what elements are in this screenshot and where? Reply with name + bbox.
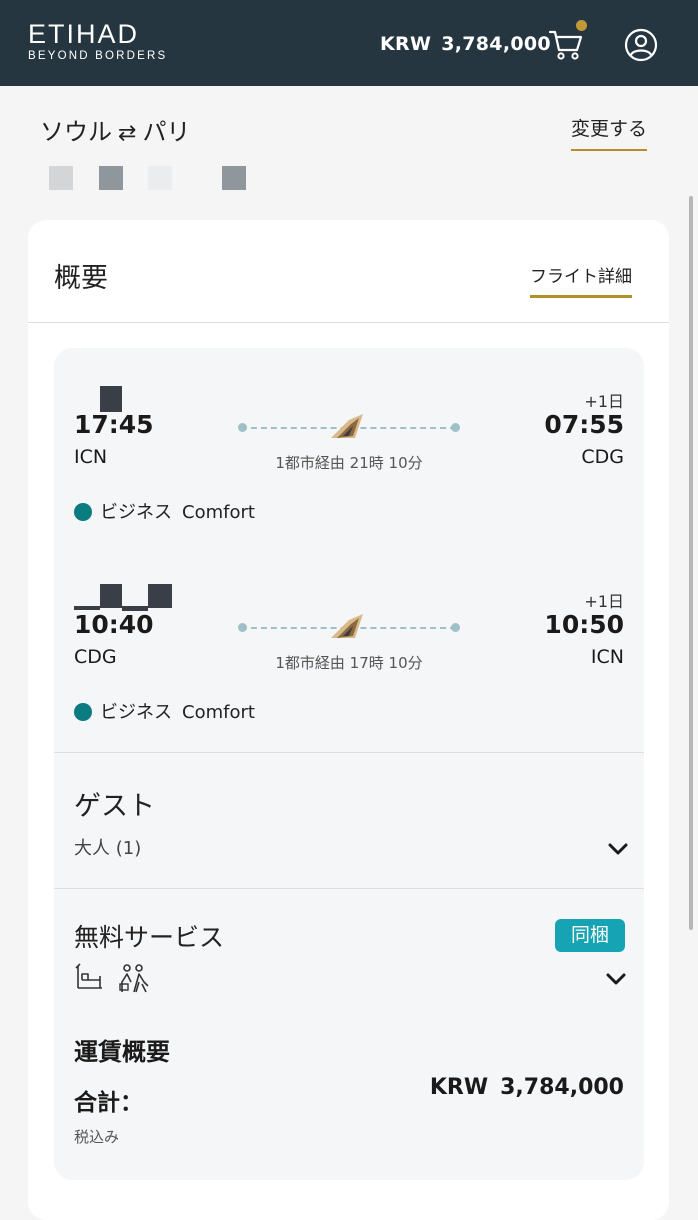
divider <box>28 322 669 323</box>
summary-title: 概要 <box>54 263 108 294</box>
logo-tagline: BEYOND BORDERS <box>28 50 168 62</box>
path-end-dot <box>451 623 460 632</box>
placeholder-block <box>99 166 123 190</box>
total-amount: 3,784,000 <box>500 1075 624 1100</box>
header-currency: KRW <box>380 33 432 55</box>
tax-included-note: 税込み <box>74 1128 120 1146</box>
user-circle-icon[interactable] <box>624 28 658 62</box>
cabin-class: ビジネス <box>100 702 172 723</box>
chauffeur-icon <box>119 964 149 993</box>
cabin-info: ビジネス Comfort <box>74 698 255 724</box>
departure-time: 10:40 <box>74 610 154 639</box>
scrollbar[interactable] <box>689 196 693 930</box>
lounge-seat-icon <box>75 963 102 989</box>
etihad-logo[interactable]: ETIHAD BEYOND BORDERS <box>28 20 178 62</box>
route-summary: ソウル ⇄ パリ <box>40 112 190 147</box>
next-day-indicator: +1日 <box>584 592 624 611</box>
etihad-tail-icon <box>331 414 363 438</box>
itinerary-panel: 17:45 ICN +1日 07:55 CDG 1都市経由 21時 10分 ビジ… <box>54 348 644 1180</box>
next-day-indicator: +1日 <box>584 392 624 411</box>
route-destination: パリ <box>142 118 191 146</box>
redaction-block <box>100 584 122 608</box>
placeholder-block <box>49 166 73 190</box>
placeholder-block <box>148 166 172 190</box>
route-origin: ソウル <box>40 118 112 146</box>
fare-summary-title: 運賃概要 <box>74 1038 170 1066</box>
cabin-color-dot <box>74 503 92 521</box>
flight-segment-outbound[interactable]: 17:45 ICN +1日 07:55 CDG 1都市経由 21時 10分 ビジ… <box>54 348 644 548</box>
divider <box>54 888 644 889</box>
flight-duration: 1都市経由 17時 10分 <box>275 654 423 672</box>
chevron-down-icon[interactable] <box>608 842 628 856</box>
chevron-down-icon[interactable] <box>606 972 626 986</box>
etihad-tail-icon <box>331 614 363 638</box>
path-end-dot <box>451 423 460 432</box>
total-currency: KRW <box>429 1075 489 1100</box>
total-label: 合計： <box>74 1090 143 1116</box>
cabin-color-dot <box>74 703 92 721</box>
fare-family: Comfort <box>182 502 255 523</box>
header-total-price: KRW 3,784,000 <box>380 33 551 55</box>
departure-time: 17:45 <box>74 410 154 439</box>
flight-duration: 1都市経由 21時 10分 <box>275 454 423 472</box>
redaction-block <box>100 386 122 412</box>
flight-segment-return[interactable]: 10:40 CDG +1日 10:50 ICN 1都市経由 17時 10分 ビジ… <box>54 548 644 748</box>
cart-notification-dot <box>576 20 587 31</box>
arrival-time: 10:50 <box>544 610 624 639</box>
free-services-title: 無料サービス <box>74 923 225 952</box>
fare-family: Comfort <box>182 702 255 723</box>
placeholder-block <box>222 166 246 190</box>
summary-card: 概要 フライト詳細 17:45 ICN +1日 07:55 CDG 1都市経由 … <box>28 220 669 1220</box>
cabin-info: ビジネス Comfort <box>74 498 255 524</box>
header-amount: 3,784,000 <box>441 33 551 55</box>
redaction-block <box>148 584 172 608</box>
swap-arrow-icon: ⇄ <box>118 121 137 146</box>
flight-detail-tab[interactable]: フライト詳細 <box>530 262 632 298</box>
cabin-class: ビジネス <box>100 502 172 523</box>
arrival-time: 07:55 <box>544 410 624 439</box>
guests-count: 大人 (1) <box>74 838 142 859</box>
total-price: KRW 3,784,000 <box>430 1075 624 1100</box>
change-search-link[interactable]: 変更する <box>571 114 648 151</box>
logo-wordmark: ETIHAD <box>28 19 140 49</box>
cart-icon[interactable] <box>548 28 584 62</box>
top-header: ETIHAD BEYOND BORDERS KRW 3,784,000 <box>0 0 698 86</box>
guests-title: ゲスト <box>74 791 155 822</box>
divider <box>54 752 644 753</box>
included-badge: 同梱 <box>555 919 625 952</box>
